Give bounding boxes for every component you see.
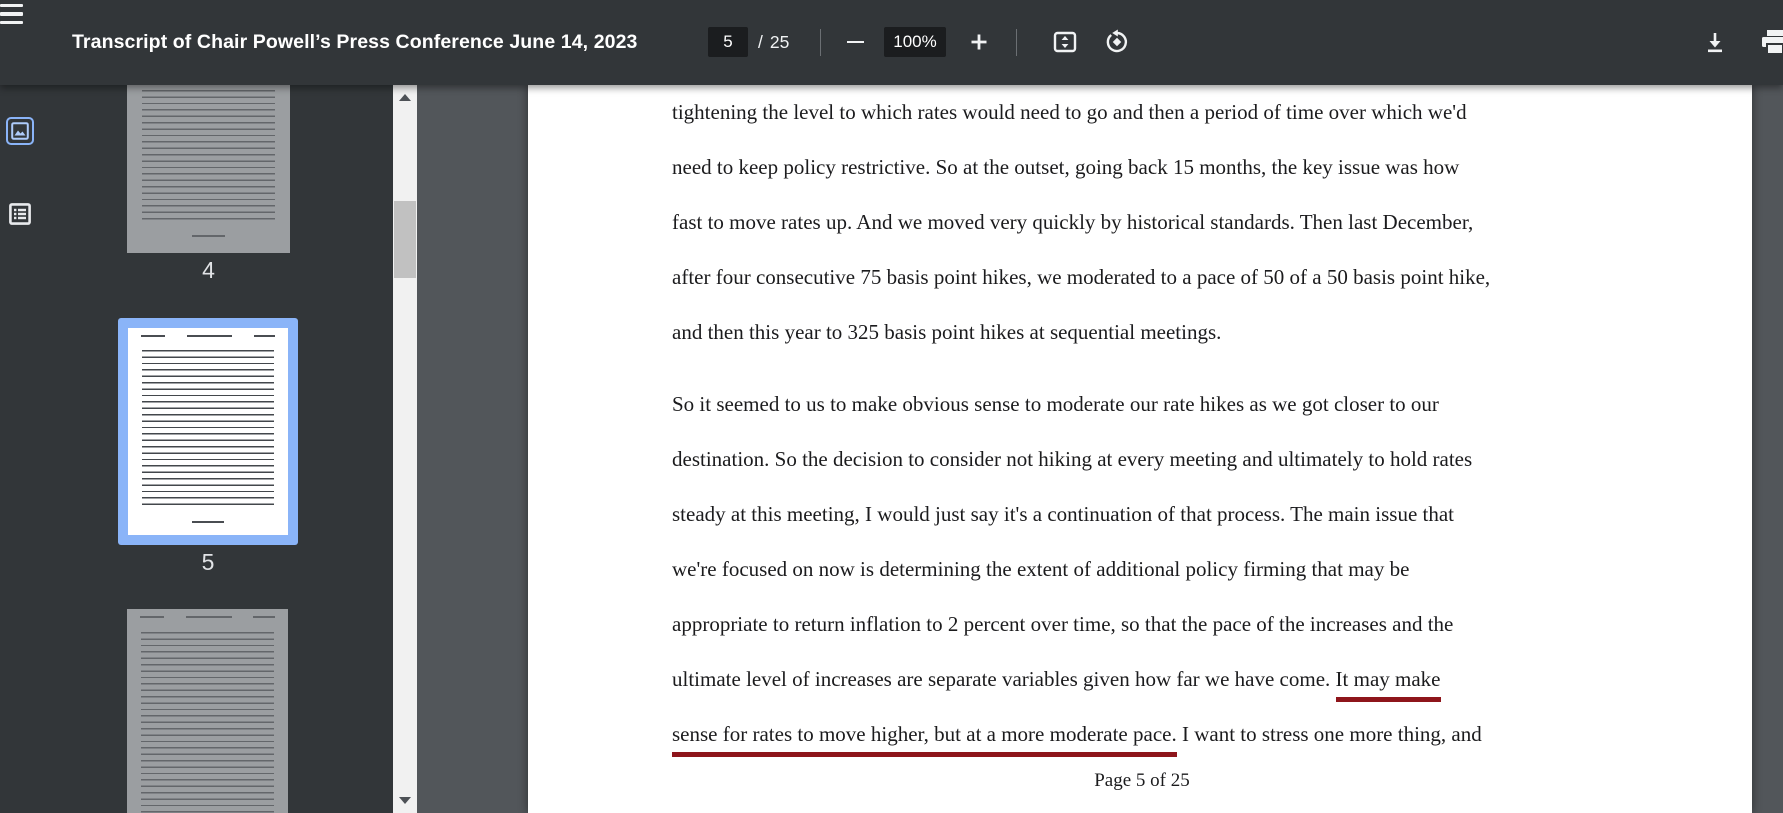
- text-line: tightening the level to which rates woul…: [672, 85, 1632, 140]
- pdf-page-5: tightening the level to which rates woul…: [528, 85, 1752, 813]
- toolbar-divider: [1016, 29, 1017, 56]
- text-line: and then this year to 325 basis point hi…: [672, 305, 1632, 360]
- rotate-counterclockwise-icon: [1104, 29, 1130, 55]
- thumbnail-footer-line: [192, 235, 225, 237]
- text-line: need to keep policy restrictive. So at t…: [672, 140, 1632, 195]
- document-title: Transcript of Chair Powell’s Press Confe…: [72, 0, 638, 85]
- sidebar-scrollbar[interactable]: [393, 85, 417, 813]
- thumbnail-text-lines: [142, 345, 273, 510]
- thumbnail-header-line: [140, 616, 275, 618]
- paragraph: tightening the level to which rates woul…: [672, 85, 1632, 360]
- thumbnail-page-4[interactable]: [127, 85, 290, 253]
- paragraph: So it seemed to us to make obvious sense…: [672, 377, 1632, 762]
- pdf-viewer-area: tightening the level to which rates woul…: [417, 85, 1783, 813]
- toolbar-divider: [820, 29, 821, 56]
- thumbnail-label-5: 5: [118, 549, 298, 576]
- thumbnail-page-surface: [128, 328, 288, 535]
- scrollbar-thumb[interactable]: [394, 201, 416, 278]
- zoom-in-icon: [969, 32, 989, 52]
- page-text: tightening the level to which rates woul…: [672, 85, 1632, 800]
- text-line: steady at this meeting, I would just say…: [672, 487, 1632, 542]
- text-line: ultimate level of increases are separate…: [672, 652, 1632, 707]
- download-icon: [1703, 30, 1727, 54]
- fit-to-page-button[interactable]: [1048, 25, 1082, 59]
- text-line: destination. So the decision to consider…: [672, 432, 1632, 487]
- rotate-button[interactable]: [1100, 25, 1134, 59]
- print-icon: [1761, 29, 1783, 55]
- red-underlined-text: sense for rates to move higher, but at a…: [672, 722, 1177, 757]
- scrollbar-down-arrow[interactable]: [399, 797, 411, 804]
- text-line: after four consecutive 75 basis point hi…: [672, 250, 1632, 305]
- scrollbar-up-arrow[interactable]: [399, 94, 411, 101]
- menu-button[interactable]: [0, 0, 30, 28]
- thumbnail-page-6[interactable]: [127, 609, 288, 813]
- thumbnail-text-lines: [141, 627, 273, 813]
- page-separator: /: [758, 32, 763, 53]
- sidebar: 4 5: [0, 85, 417, 813]
- text-line: we're focused on now is determining the …: [672, 542, 1632, 597]
- page-number-input[interactable]: [708, 27, 748, 57]
- thumbnail-footer-line: [192, 521, 224, 523]
- page-count: / 25: [758, 0, 789, 85]
- page-number-footer: Page 5 of 25: [672, 762, 1612, 800]
- zoom-out-icon: [847, 41, 864, 44]
- thumbnails-view-button[interactable]: [6, 117, 34, 145]
- zoom-level[interactable]: 100%: [884, 27, 946, 57]
- pdf-toolbar: Transcript of Chair Powell’s Press Confe…: [0, 0, 1783, 85]
- image-icon: [11, 122, 29, 140]
- thumbnail-text-lines: [142, 85, 276, 220]
- fit-page-icon: [1052, 29, 1078, 55]
- outline-view-button[interactable]: [7, 201, 33, 227]
- text-line: So it seemed to us to make obvious sense…: [672, 377, 1632, 432]
- zoom-in-button[interactable]: [962, 25, 996, 59]
- print-button[interactable]: [1758, 25, 1783, 59]
- page-total-value: 25: [770, 32, 789, 53]
- zoom-out-button[interactable]: [838, 25, 872, 59]
- text-line: fast to move rates up. And we moved very…: [672, 195, 1632, 250]
- red-underlined-text: It may make: [1336, 667, 1441, 702]
- text-segment: ultimate level of increases are separate…: [672, 667, 1336, 691]
- outline-list-icon: [8, 202, 32, 226]
- thumbnail-page-5-selected[interactable]: [118, 318, 298, 545]
- text-segment: I want to stress one more thing, and: [1177, 722, 1482, 746]
- download-button[interactable]: [1698, 25, 1732, 59]
- menu-icon: [0, 4, 23, 7]
- thumbnail-header-line: [141, 335, 275, 337]
- text-line: appropriate to return inflation to 2 per…: [672, 597, 1632, 652]
- text-line: sense for rates to move higher, but at a…: [672, 707, 1632, 762]
- thumbnail-label-4: 4: [127, 257, 290, 284]
